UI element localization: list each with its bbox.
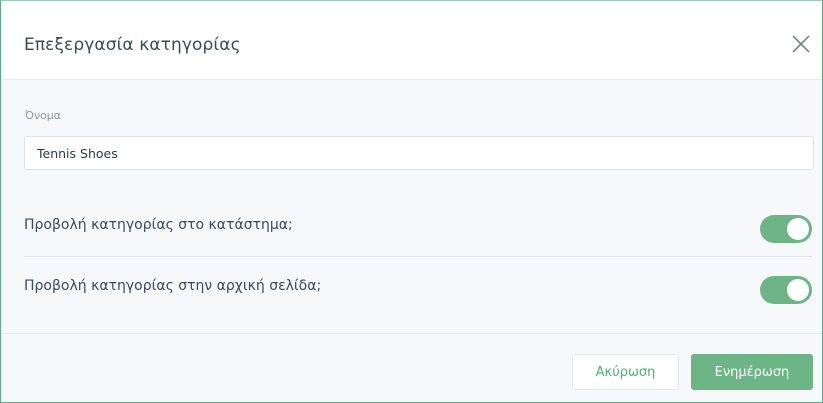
show-in-store-toggle[interactable] [760,215,812,243]
toggle-knob [787,218,809,240]
update-button[interactable]: Ενημέρωση [691,354,813,390]
show-in-store-label: Προβολή κατηγορίας στο κατάστημα; [24,217,293,233]
dialog-body: Όνομα Προβολή κατηγορίας στο κατάστημα; … [1,80,822,334]
dialog-header: Επεξεργασία κατηγορίας [1,1,822,80]
dialog-title: Επεξεργασία κατηγορίας [24,35,241,55]
show-in-store-row: Προβολή κατηγορίας στο κατάστημα; [24,207,812,247]
edit-category-dialog: Επεξεργασία κατηγορίας Όνομα Προβολή κατ… [0,0,823,403]
close-button[interactable] [790,33,812,55]
row-divider [24,256,812,257]
name-field-label: Όνομα [25,109,62,122]
toggle-knob [787,279,809,301]
show-on-homepage-row: Προβολή κατηγορίας στην αρχική σελίδα; [24,268,812,308]
show-on-homepage-label: Προβολή κατηγορίας στην αρχική σελίδα; [24,278,322,294]
dialog-footer: Ακύρωση Ενημέρωση [1,334,822,402]
show-on-homepage-toggle[interactable] [760,276,812,304]
cancel-button[interactable]: Ακύρωση [572,354,679,390]
name-input[interactable] [24,136,814,170]
close-icon [792,35,810,53]
